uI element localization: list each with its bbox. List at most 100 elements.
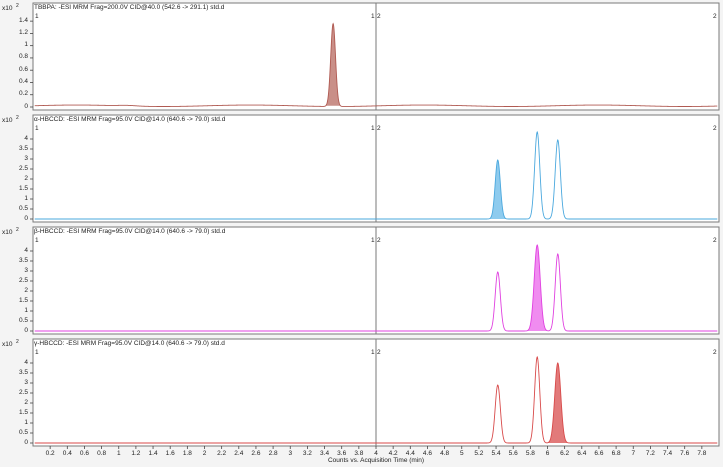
- y-tick-label: 0: [24, 214, 28, 222]
- chromatogram-window: { "x_axis": { "title": "Counts vs. Acqui…: [0, 0, 723, 467]
- y-scale-exponent: 2: [16, 226, 19, 233]
- panel-frame-left: [32, 338, 377, 447]
- x-tick-label: 5.8: [525, 450, 535, 457]
- panel-frame-right: [375, 114, 720, 223]
- x-tick-label: 5.2: [474, 450, 484, 457]
- x-tick-label: 1.6: [165, 450, 175, 457]
- segment-marker: 2: [377, 13, 381, 20]
- y-tick-label: 2.5: [18, 164, 28, 172]
- y-tick-label: 0.5: [18, 428, 28, 436]
- x-tick-label: 5.4: [491, 450, 501, 457]
- x-tick-label: 3.2: [302, 450, 312, 457]
- y-tick-label: 4: [24, 246, 28, 254]
- y-tick-label: 0.4: [18, 77, 28, 85]
- x-tick-label: 2.6: [251, 450, 261, 457]
- x-tick-label: 7.8: [697, 450, 707, 457]
- y-tick-label: 0.2: [18, 90, 28, 98]
- x-tick-label: 2.2: [217, 450, 227, 457]
- y-tick-label: 0: [24, 102, 28, 110]
- x-tick-label: 5: [459, 450, 464, 457]
- x-tick-label: 6.8: [611, 450, 621, 457]
- y-tick-label: 1: [24, 194, 28, 202]
- y-tick-label: 0.6: [18, 65, 28, 73]
- x-tick-label: 1.4: [148, 450, 158, 457]
- x-tick-label: 1.8: [182, 450, 192, 457]
- x-tick-label: 5.6: [508, 450, 518, 457]
- y-tick-label: 3.5: [18, 368, 28, 376]
- panel-frame-left: [32, 2, 377, 111]
- x-tick-label: 7.6: [680, 450, 690, 457]
- segment-marker: 1: [35, 349, 39, 356]
- x-tick-label: 3: [288, 450, 293, 457]
- y-tick-label: 2.5: [18, 388, 28, 396]
- y-tick-label: 1.5: [18, 184, 28, 192]
- y-tick-label: 3: [24, 154, 28, 162]
- segment-marker: 2: [713, 349, 717, 356]
- x-tick-label: 1: [116, 450, 121, 457]
- panel-frame-right: [375, 2, 720, 111]
- segment-marker: 2: [713, 237, 717, 244]
- x-tick-label: 4.8: [440, 450, 450, 457]
- segment-marker: 1: [35, 237, 39, 244]
- y-tick-label: 1: [24, 41, 28, 49]
- x-tick-label: 2.4: [234, 450, 244, 457]
- y-scale-exponent: 2: [16, 338, 19, 345]
- panel-title: β-HBCCD: -ESI MRM Frag=95.0V CID@14.0 (6…: [34, 228, 226, 235]
- segment-marker: 1: [371, 349, 375, 356]
- y-tick-label: 0: [24, 326, 28, 334]
- x-tick-label: 0.4: [62, 450, 72, 457]
- segment-marker: 1: [371, 13, 375, 20]
- x-tick-label: 0.2: [45, 450, 55, 457]
- y-tick-label: 0.5: [18, 204, 28, 212]
- x-tick-label: 6: [545, 450, 550, 457]
- x-tick-label: 4.6: [422, 450, 432, 457]
- y-scale-exponent: 2: [16, 114, 19, 121]
- x-axis-title: Counts vs. Acquisition Time (min): [327, 457, 425, 464]
- y-scale-label: x10: [2, 341, 13, 348]
- y-tick-label: 1: [24, 306, 28, 314]
- y-tick-label: 4: [24, 358, 28, 366]
- panel-title: α-HBCCD: -ESI MRM Frag=95.0V CID@14.0 (6…: [34, 116, 226, 123]
- y-tick-label: 4: [24, 134, 28, 142]
- y-tick-label: 1.2: [18, 28, 28, 36]
- x-tick-label: 7: [631, 450, 636, 457]
- y-scale-exponent: 2: [16, 2, 19, 9]
- y-tick-label: 2: [24, 398, 28, 406]
- y-tick-label: 1.5: [18, 296, 28, 304]
- y-tick-label: 1: [24, 418, 28, 426]
- panel-frame-left: [32, 114, 377, 223]
- segment-marker: 2: [377, 237, 381, 244]
- segment-marker: 2: [713, 125, 717, 132]
- segment-marker: 1: [371, 125, 375, 132]
- y-tick-label: 0.8: [18, 53, 28, 61]
- y-tick-label: 3: [24, 266, 28, 274]
- panel-frame-right: [375, 338, 720, 447]
- x-tick-label: 6.4: [577, 450, 587, 457]
- x-tick-label: 2: [202, 450, 207, 457]
- y-tick-label: 2: [24, 174, 28, 182]
- x-tick-label: 6.2: [560, 450, 570, 457]
- y-tick-label: 2.5: [18, 276, 28, 284]
- y-tick-label: 2: [24, 286, 28, 294]
- y-tick-label: 3.5: [18, 256, 28, 264]
- segment-marker: 2: [377, 349, 381, 356]
- segment-marker: 1: [371, 237, 375, 244]
- x-tick-label: 0.6: [79, 450, 89, 457]
- segment-marker: 2: [713, 13, 717, 20]
- segment-marker: 2: [377, 125, 381, 132]
- y-tick-label: 1.4: [18, 16, 28, 24]
- segment-marker: 1: [35, 125, 39, 132]
- y-tick-label: 3: [24, 378, 28, 386]
- panel-frame-left: [32, 226, 377, 335]
- segment-marker: 1: [35, 13, 39, 20]
- x-tick-label: 6.6: [594, 450, 604, 457]
- y-tick-label: 0: [24, 438, 28, 446]
- x-tick-label: 1.2: [131, 450, 141, 457]
- panel-frame-right: [375, 226, 720, 335]
- y-scale-label: x10: [2, 229, 13, 236]
- y-tick-label: 1.5: [18, 408, 28, 416]
- y-scale-label: x10: [2, 5, 13, 12]
- x-tick-label: 2.8: [268, 450, 278, 457]
- y-tick-label: 0.5: [18, 316, 28, 324]
- x-tick-label: 7.2: [645, 450, 655, 457]
